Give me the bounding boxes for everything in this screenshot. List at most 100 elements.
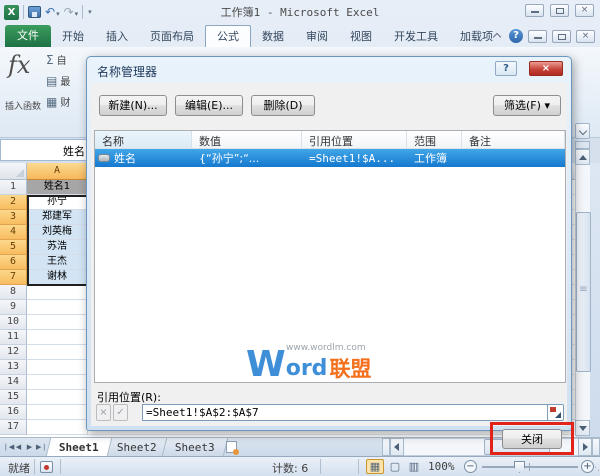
ribbon-tab-视图[interactable]: 视图 [339,26,383,47]
scroll-up-button[interactable] [575,149,590,165]
cell-A4[interactable]: 刘英梅 [27,225,88,240]
customize-qat-icon[interactable]: ▾ [88,8,92,16]
sheet-tab-Sheet2[interactable]: Sheet2 [104,438,170,456]
hscroll-left-button[interactable] [390,438,404,456]
workbook-restore-button[interactable] [552,30,571,43]
close-button[interactable]: × [575,4,594,17]
minimize-button[interactable] [525,4,544,17]
row-header-3[interactable]: 3 [0,210,27,225]
dialog-close-icon[interactable]: × [529,61,563,76]
row-header-16[interactable]: 16 [0,405,27,420]
column-scope[interactable]: 范围 [407,131,462,148]
filter-button[interactable]: 筛选(F) ▾ [493,95,561,116]
cell-A3[interactable]: 郑建军 [27,210,88,225]
cell-A5[interactable]: 苏浩 [27,240,88,255]
zoom-level[interactable]: 100% [428,460,455,473]
cell-A11[interactable] [27,330,88,345]
row-header-2[interactable]: 2 [0,195,27,210]
row-header-13[interactable]: 13 [0,360,27,375]
cell-A16[interactable] [27,405,88,420]
row-header-15[interactable]: 15 [0,390,27,405]
scroll-track[interactable] [575,165,590,420]
split-handle[interactable] [575,141,590,149]
workbook-close-button[interactable]: × [576,30,595,43]
scroll-down-button[interactable] [575,420,590,436]
dialog-help-button[interactable]: ? [495,61,517,76]
column-header-A[interactable]: A [27,163,88,180]
row-header-12[interactable]: 12 [0,345,27,360]
zoom-slider-track[interactable] [482,466,578,468]
autosum-button[interactable]: Σ 自 [46,49,88,70]
page-layout-view-button[interactable]: ▢ [386,459,404,474]
hscroll-end-handle[interactable] [592,438,600,456]
ribbon-tab-公式[interactable]: 公式 [205,25,251,47]
cell-A7[interactable]: 谢林 [27,270,88,285]
first-sheet-icon[interactable]: ❘◀ [3,443,12,451]
dialog-title-bar[interactable]: 名称管理器 ? × [87,57,571,83]
edit-name-button[interactable]: 编辑(E)... [175,95,243,116]
name-entry-row[interactable]: 姓名 {“孙宁”;“... =Sheet1!$A... 工作簿 [95,149,565,167]
minimize-ribbon-icon[interactable] [490,30,504,42]
cell-A9[interactable] [27,300,88,315]
cancel-entry-icon[interactable]: × [96,404,111,421]
insert-function-label[interactable]: 插入函数 [0,99,46,112]
delete-name-button[interactable]: 删除(D) [251,95,315,116]
fx-icon[interactable]: fx [8,51,30,79]
row-header-17[interactable]: 17 [0,420,27,435]
last-sheet-icon[interactable]: ▶❘ [36,443,45,451]
column-name[interactable]: 名称 [95,131,192,148]
scroll-thumb[interactable] [576,212,591,372]
row-header-11[interactable]: 11 [0,330,27,345]
financial-button[interactable]: ▦ 财 [46,91,88,112]
zoom-slider-thumb[interactable] [514,461,525,473]
dialog-close-button[interactable]: 关闭 [502,429,562,449]
cell-A15[interactable] [27,390,88,405]
redo-button[interactable]: ↷▾ [64,6,79,19]
name-box[interactable]: 姓名 [0,139,92,161]
cell-A17[interactable] [27,420,88,435]
normal-view-button[interactable]: ▦ [366,459,384,474]
confirm-entry-icon[interactable]: ✓ [113,404,128,421]
hscroll-right-button[interactable] [578,438,592,456]
row-header-4[interactable]: 4 [0,225,27,240]
cell-A14[interactable] [27,375,88,390]
row-header-1[interactable]: 1 [0,180,27,195]
help-icon[interactable]: ? [509,29,523,43]
save-icon[interactable] [28,6,41,18]
page-break-view-button[interactable]: ▥ [405,459,423,474]
cell-A8[interactable] [27,285,88,300]
select-all-corner[interactable] [0,163,27,180]
next-sheet-icon[interactable]: ▶ [25,443,34,451]
recent-functions-button[interactable]: ▤ 最 [46,70,88,91]
cell-A1[interactable]: 姓名1 [27,180,88,195]
expand-formula-bar-icon[interactable] [575,123,590,139]
row-header-7[interactable]: 7 [0,270,27,285]
restore-button[interactable] [550,4,569,17]
cell-A12[interactable] [27,345,88,360]
cell-A2[interactable]: 孙宁 [27,195,88,210]
range-selector-icon[interactable] [547,404,564,421]
ribbon-tab-插入[interactable]: 插入 [95,26,139,47]
ribbon-tab-开始[interactable]: 开始 [51,26,95,47]
ribbon-tab-数据[interactable]: 数据 [251,26,295,47]
file-tab[interactable]: 文件 [5,25,51,47]
undo-button[interactable]: ↶▾ [45,6,60,19]
row-header-9[interactable]: 9 [0,300,27,315]
cell-A6[interactable]: 王杰 [27,255,88,270]
tab-split-handle[interactable] [382,438,390,456]
ribbon-tab-页面布局[interactable]: 页面布局 [139,26,205,47]
column-refers-to[interactable]: 引用位置 [302,131,407,148]
row-header-6[interactable]: 6 [0,255,27,270]
cell-A13[interactable] [27,360,88,375]
sheet-tab-Sheet1[interactable]: Sheet1 [46,438,112,456]
row-header-5[interactable]: 5 [0,240,27,255]
column-value[interactable]: 数值 [192,131,302,148]
ribbon-tab-审阅[interactable]: 审阅 [295,26,339,47]
new-name-button[interactable]: 新建(N)... [99,95,167,116]
workbook-minimize-button[interactable] [528,30,547,43]
sheet-tab-Sheet3[interactable]: Sheet3 [161,438,227,456]
zoom-out-button[interactable]: − [464,460,477,473]
resize-grip[interactable]: ⋱ [591,463,599,473]
cell-A10[interactable] [27,315,88,330]
row-header-14[interactable]: 14 [0,375,27,390]
